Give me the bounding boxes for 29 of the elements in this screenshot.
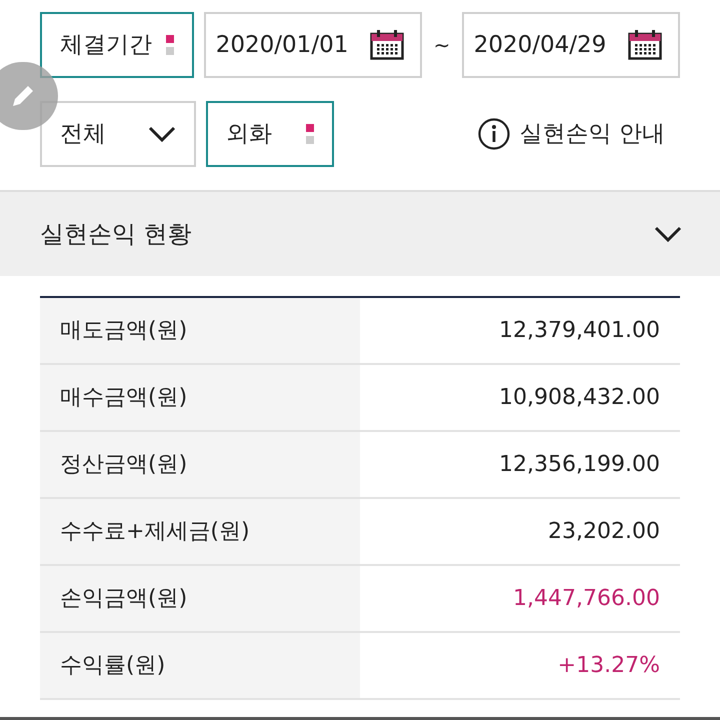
label-cell: 수수료+제세금(원) bbox=[40, 499, 360, 564]
value-cell-text: 1,447,766.00 bbox=[512, 585, 661, 613]
chevron-icon bbox=[654, 226, 682, 242]
value-cell-text: 10,908,432.00 bbox=[498, 384, 661, 412]
label-cell: 수익률(원) bbox=[40, 633, 360, 698]
chevron-icon bbox=[148, 126, 176, 142]
value-cell-text: 12,379,401.00 bbox=[498, 317, 661, 345]
period-selector[interactable]: 체결기간 bbox=[40, 12, 194, 78]
picker-icon bbox=[306, 124, 314, 144]
label-cell: 매수금액(원) bbox=[40, 365, 360, 430]
value-cell-text: +13.27% bbox=[556, 652, 661, 680]
section-header[interactable]: 실현손익 현황 bbox=[0, 190, 720, 276]
label-cell: 손익금액(원) bbox=[40, 566, 360, 631]
label-cell: 정산금액(원) bbox=[40, 432, 360, 497]
end-date-field[interactable]: 2020/04/29 bbox=[462, 12, 680, 78]
value-cell-text: 12,356,199.00 bbox=[498, 451, 661, 479]
currency-selector[interactable]: 외화 bbox=[206, 101, 334, 167]
edit-button[interactable] bbox=[0, 62, 58, 130]
pencil-icon bbox=[10, 83, 36, 109]
start-date-field[interactable]: 2020/01/01 bbox=[204, 12, 422, 78]
label-cell: 매도금액(원) bbox=[40, 298, 360, 363]
info-icon bbox=[478, 118, 510, 150]
calendar-icon bbox=[370, 30, 404, 60]
picker-icon bbox=[166, 35, 174, 55]
info-link[interactable]: 실현손익 안내 bbox=[478, 116, 665, 152]
calendar-icon bbox=[628, 30, 662, 60]
type-dropdown[interactable]: 전체 bbox=[40, 101, 196, 167]
range-separator: ~ bbox=[432, 32, 452, 59]
value-cell-text: 23,202.00 bbox=[547, 518, 661, 546]
